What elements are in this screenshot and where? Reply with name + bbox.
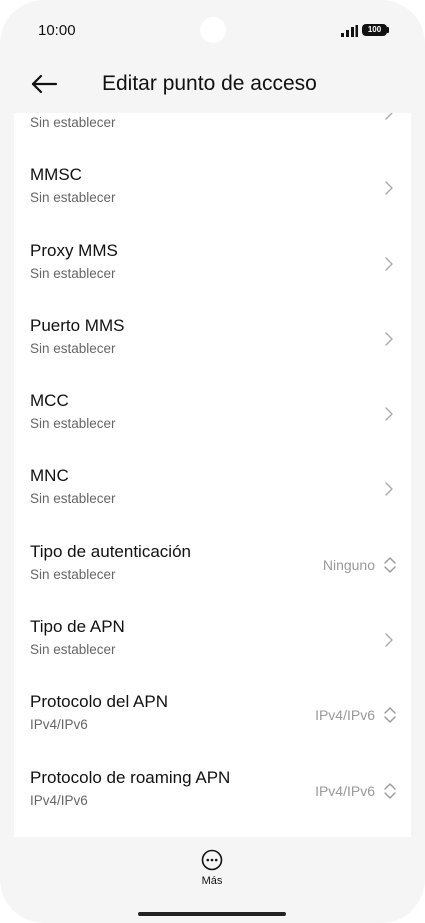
- row-title: MCC: [30, 391, 69, 411]
- row-title: Protocolo del APN: [30, 692, 168, 712]
- row-title: MNC: [30, 466, 69, 486]
- settings-row[interactable]: MCC Sin establecer: [14, 373, 411, 448]
- chevron-right-icon: [385, 181, 393, 195]
- up-down-chevron-icon: [384, 782, 396, 799]
- page-title: Editar punto de acceso: [102, 72, 317, 95]
- row-value: Ninguno: [322, 556, 375, 573]
- settings-row[interactable]: MNC Sin establecer: [14, 448, 411, 523]
- up-down-chevron-icon: [384, 557, 396, 573]
- signal-icon: [341, 25, 358, 37]
- settings-row[interactable]: Tipo de autenticación Sin establecer Ningu…: [14, 524, 411, 599]
- settings-row[interactable]: Tipo de APN Sin establecer: [14, 599, 411, 674]
- phone-screen: 10:00 100 Editar punto de acceso Servido…: [0, 0, 425, 923]
- chevron-right-icon: [385, 332, 393, 346]
- row-subtitle: Sin establecer: [30, 340, 116, 356]
- settings-row[interactable]: Protocolo del APN IPv4/IPv6 IPv4/IPv6: [14, 674, 411, 749]
- settings-row[interactable]: MMSC Sin establecer: [14, 147, 411, 222]
- settings-list: ServidorSin establecer MMSC Sin establecer…: [14, 113, 411, 825]
- row-subtitle: Sin establecer: [30, 115, 116, 130]
- row-subtitle: Sin establecer: [30, 642, 116, 658]
- row-title: Tipo de autenticación: [30, 541, 191, 561]
- row-title: Proxy MMS: [30, 240, 118, 260]
- row-title: Puerto MMS: [30, 315, 125, 335]
- home-indicator[interactable]: [138, 912, 286, 916]
- row-title: Protocolo de roaming APN: [30, 767, 231, 787]
- row-title: Tipo de APN: [30, 617, 125, 637]
- chevron-right-icon: [385, 633, 393, 647]
- settings-card: ServidorSin establecer MMSC Sin establecer…: [14, 113, 411, 837]
- row-value: IPv4/IPv6: [315, 707, 375, 724]
- up-down-chevron-icon: [384, 707, 396, 724]
- row-title: MMSC: [30, 165, 82, 185]
- more-options-icon: [201, 849, 223, 871]
- row-subtitle: Sin establecer: [30, 416, 116, 432]
- settings-row[interactable]: Protocolo de roaming APN IPv4/IPv6 IPv4/IP…: [14, 750, 411, 825]
- bottom-bar: Más: [0, 837, 425, 923]
- chevron-right-icon: [385, 113, 393, 120]
- back-arrow-icon[interactable]: [30, 70, 58, 98]
- chevron-right-icon: [385, 407, 393, 421]
- row-subtitle: IPv4/IPv6: [30, 717, 88, 733]
- row-subtitle: IPv4/IPv6: [30, 792, 88, 808]
- row-subtitle: Sin establecer: [30, 190, 116, 206]
- settings-row[interactable]: Proxy MMS Sin establecer: [14, 223, 411, 298]
- chevron-right-icon: [385, 482, 393, 497]
- battery-tip: [387, 27, 389, 33]
- more-button[interactable]: Más: [192, 847, 232, 891]
- settings-row[interactable]: Puerto MMS Sin establecer: [14, 298, 411, 373]
- row-subtitle: Sin establecer: [30, 491, 116, 507]
- settings-row[interactable]: ServidorSin establecer: [14, 113, 411, 147]
- row-subtitle: Sin establecer: [30, 265, 116, 281]
- more-label: Más: [201, 875, 223, 887]
- battery-icon: 100: [362, 24, 387, 36]
- row-value: IPv4/IPv6: [315, 782, 375, 799]
- status-time: 10:00: [38, 22, 76, 39]
- row-subtitle: Sin establecer: [30, 566, 116, 582]
- chevron-right-icon: [385, 256, 393, 271]
- app-header: Editar punto de acceso: [0, 60, 425, 112]
- status-bar: 10:00 100: [0, 0, 425, 60]
- front-camera: [200, 17, 226, 43]
